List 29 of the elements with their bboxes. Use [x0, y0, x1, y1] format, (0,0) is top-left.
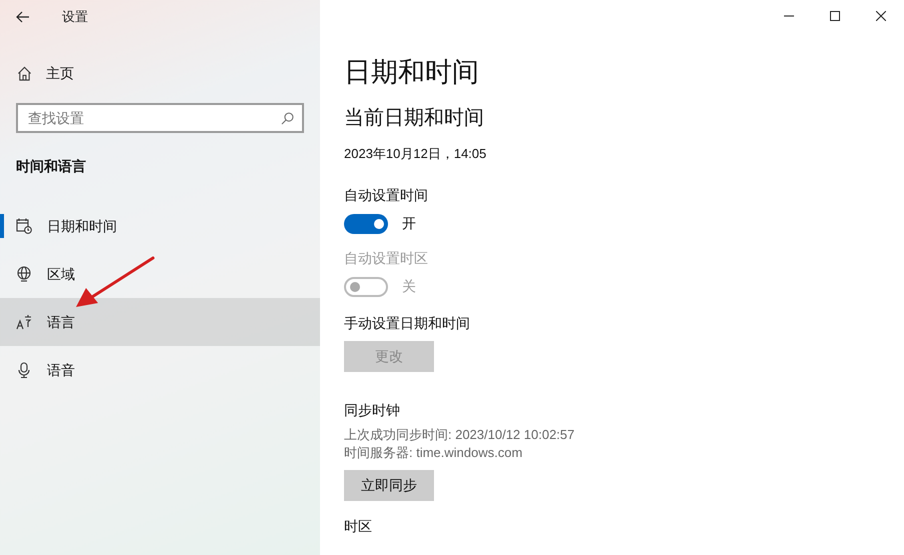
search-field[interactable]: 查找设置 — [16, 103, 304, 133]
nav-item[interactable]: 语言 — [0, 298, 320, 346]
last-sync-text: 上次成功同步时间: 2023/10/12 10:02:57 — [344, 426, 576, 444]
setting-label: 同步时钟 — [344, 401, 401, 420]
home-icon — [17, 66, 32, 80]
globe-icon — [16, 266, 32, 282]
setting-label: 自动设置时间 — [344, 186, 429, 205]
section-heading: 当前日期和时间 — [344, 106, 485, 131]
time-server-text: 时间服务器: time.windows.com — [344, 444, 524, 462]
setting-label: 自动设置时区 — [344, 249, 429, 268]
window-title: 设置 — [62, 8, 88, 26]
sync-now-button[interactable]: 立即同步 — [344, 470, 434, 501]
page-title: 日期和时间 — [344, 56, 480, 89]
section-heading: 时间和语言 — [15, 157, 87, 176]
nav-item[interactable]: 日期和时间 — [0, 202, 320, 250]
nav-item[interactable]: 语音 — [0, 346, 320, 394]
toggle-switch[interactable] — [344, 214, 388, 234]
setting-label: 手动设置日期和时间 — [344, 314, 471, 333]
toggle-state: 开 — [402, 214, 416, 233]
back-arrow-icon[interactable] — [16, 11, 30, 23]
home-link[interactable]: 主页 — [0, 51, 320, 95]
toggle-state: 关 — [402, 277, 416, 296]
current-datetime: 2023年10月12日，14:05 — [344, 145, 488, 163]
nav-item[interactable]: 区域 — [0, 250, 320, 298]
microphone-icon — [16, 362, 32, 378]
search-icon — [281, 112, 294, 125]
setting-label: 时区 — [344, 517, 373, 535]
calendar-icon — [16, 218, 32, 234]
language-icon — [16, 314, 32, 330]
